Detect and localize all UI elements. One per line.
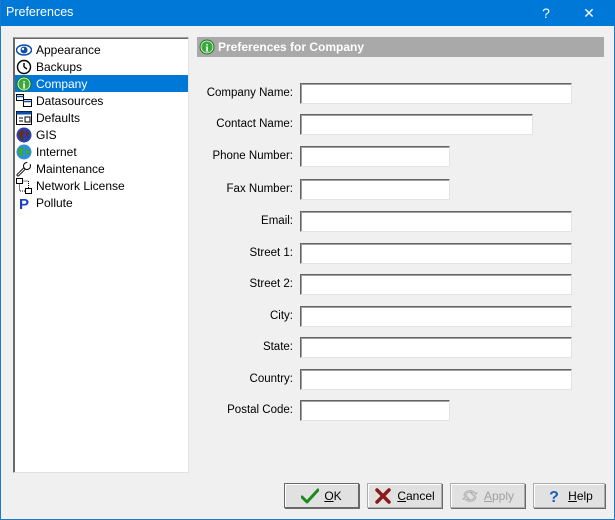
sidebar-item-backups[interactable]: Backups bbox=[15, 58, 188, 75]
gis-globe-icon bbox=[16, 127, 32, 143]
country-label: Country: bbox=[249, 373, 293, 385]
svg-text:i: i bbox=[22, 79, 25, 91]
sidebar-item-defaults[interactable]: Defaults bbox=[15, 109, 188, 126]
company-name-input[interactable] bbox=[300, 83, 572, 104]
cancel-button[interactable]: Cancel bbox=[367, 483, 442, 508]
title-bar: Preferences ? ✕ bbox=[1, 0, 615, 26]
country-input[interactable] bbox=[300, 369, 572, 390]
state-label: State: bbox=[262, 341, 293, 353]
fax-number-input[interactable] bbox=[300, 179, 450, 200]
wrench-icon bbox=[16, 160, 32, 177]
svg-text:i: i bbox=[205, 43, 208, 55]
postal-code-input[interactable] bbox=[300, 400, 450, 421]
ok-button[interactable]: OK bbox=[284, 483, 359, 508]
sidebar-item-company[interactable]: i Company bbox=[15, 75, 188, 92]
sidebar-item-label: Maintenance bbox=[36, 161, 105, 176]
window-title: Preferences bbox=[6, 5, 74, 19]
sidebar-item-label: Internet bbox=[36, 144, 77, 159]
category-list[interactable]: Appearance Backups i Company Datasources… bbox=[13, 37, 189, 473]
sidebar-item-label: Company bbox=[36, 76, 88, 91]
city-input[interactable] bbox=[300, 306, 572, 327]
contact-name-input[interactable] bbox=[300, 114, 533, 135]
street-2-input[interactable] bbox=[300, 274, 572, 295]
city-label: City: bbox=[270, 310, 293, 322]
info-icon: i bbox=[16, 76, 32, 92]
eye-icon bbox=[15, 42, 33, 58]
sidebar-item-internet[interactable]: Internet bbox=[15, 143, 188, 160]
clock-icon bbox=[16, 59, 32, 75]
close-button[interactable]: ✕ bbox=[569, 0, 609, 26]
sidebar-item-label: Backups bbox=[36, 59, 83, 74]
x-mark-icon bbox=[374, 487, 392, 505]
phone-number-label: Phone Number: bbox=[212, 150, 293, 162]
phone-number-input[interactable] bbox=[300, 146, 450, 167]
svg-text:P: P bbox=[19, 196, 29, 211]
info-icon: i bbox=[199, 39, 215, 55]
defaults-window-icon bbox=[16, 110, 32, 126]
state-input[interactable] bbox=[300, 337, 572, 358]
internet-globe-icon bbox=[16, 144, 32, 160]
datasources-icon bbox=[16, 93, 32, 109]
sidebar-item-pollute[interactable]: P Pollute bbox=[15, 194, 188, 213]
help-title-button[interactable]: ? bbox=[526, 0, 566, 26]
sidebar-item-gis[interactable]: GIS bbox=[15, 126, 188, 143]
contact-name-label: Contact Name: bbox=[216, 118, 293, 130]
checkmark-icon bbox=[301, 487, 320, 505]
street-1-label: Street 1: bbox=[249, 247, 293, 259]
question-mark-icon: ? bbox=[545, 487, 563, 505]
sidebar-item-label: Datasources bbox=[36, 93, 104, 108]
apply-button[interactable]: Apply bbox=[450, 483, 525, 508]
fax-number-label: Fax Number: bbox=[226, 183, 293, 195]
sidebar-item-label: Network License bbox=[36, 178, 125, 193]
street-1-input[interactable] bbox=[300, 243, 572, 264]
email-label: Email: bbox=[261, 215, 293, 227]
sidebar-item-label: Appearance bbox=[36, 42, 101, 57]
panel-title: Preferences for Company bbox=[218, 40, 365, 54]
sidebar-item-datasources[interactable]: Datasources bbox=[15, 92, 188, 109]
postal-code-label: Postal Code: bbox=[227, 404, 293, 416]
street-2-label: Street 2: bbox=[249, 278, 293, 290]
sidebar-item-network-license[interactable]: Network License bbox=[15, 177, 188, 194]
preferences-dialog: Preferences ? ✕ Appearance Backups i Com… bbox=[0, 0, 615, 520]
help-button[interactable]: ? Help bbox=[533, 483, 605, 508]
email-input[interactable] bbox=[300, 211, 572, 232]
svg-text:?: ? bbox=[549, 489, 559, 504]
sidebar-item-label: GIS bbox=[36, 127, 57, 142]
pollute-p-icon: P bbox=[16, 195, 32, 213]
sidebar-item-appearance[interactable]: Appearance bbox=[15, 41, 188, 58]
panel-header: i Preferences for Company bbox=[197, 37, 604, 57]
network-icon bbox=[16, 177, 32, 194]
company-name-label: Company Name: bbox=[206, 87, 293, 99]
sidebar-item-label: Pollute bbox=[36, 195, 73, 210]
sidebar-item-label: Defaults bbox=[36, 110, 81, 125]
sidebar-item-maintenance[interactable]: Maintenance bbox=[15, 160, 188, 177]
refresh-icon bbox=[461, 487, 479, 505]
